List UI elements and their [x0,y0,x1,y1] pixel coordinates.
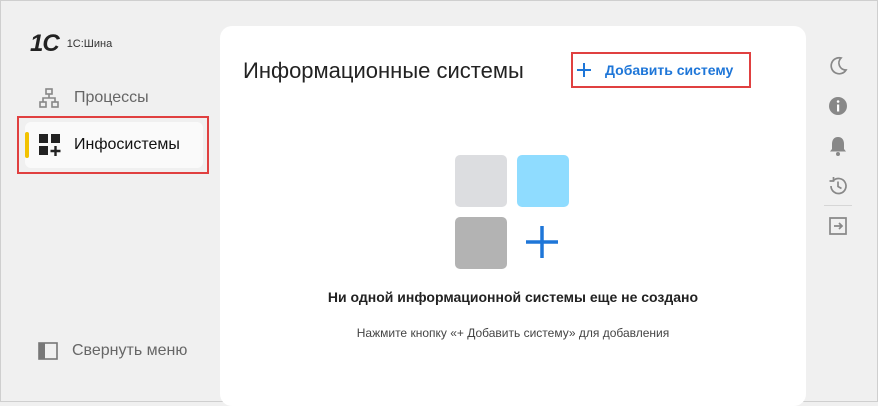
logo-mark: 1C [30,30,60,57]
info-icon[interactable] [827,95,849,117]
main-panel: Информационные системы Добавить систему … [220,26,806,406]
history-icon[interactable] [827,175,849,197]
add-system-button[interactable]: Добавить систему [576,56,733,84]
app-logo: 1C 1С:Шина [30,30,112,58]
tile-gray-dark [455,217,507,269]
sidebar-item-label: Инфосистемы [74,136,180,153]
app-window: 1C 1С:Шина Процессы Инфосистемы Свернуть… [0,0,878,406]
hierarchy-icon [39,88,59,108]
empty-state-illustration [455,155,573,273]
rail-divider [824,205,852,206]
sidebar-item-infosystems[interactable]: Инфосистемы [25,122,203,168]
add-system-label: Добавить систему [605,62,734,78]
collapse-menu-button[interactable]: Свернуть меню [38,342,187,360]
page-title: Информационные системы [243,58,524,83]
moon-icon[interactable] [827,55,849,77]
empty-state-hint: Нажмите кнопку «+ Добавить систему» для … [356,326,670,340]
plus-icon [526,226,558,258]
tile-gray-light [455,155,507,207]
plus-icon [577,63,591,77]
active-indicator [25,132,29,158]
sidebar-item-label: Процессы [74,89,149,106]
product-name: 1С:Шина [66,38,113,50]
tile-blue [517,155,569,207]
sidebar-collapse-icon [38,342,58,360]
collapse-menu-label: Свернуть меню [72,342,188,359]
logout-icon[interactable] [827,215,849,237]
empty-state-title: Ни одной информационной системы еще не с… [327,289,699,305]
bell-icon[interactable] [827,135,849,157]
grid-plus-icon [39,134,61,156]
sidebar-item-processes[interactable]: Процессы [38,85,149,111]
